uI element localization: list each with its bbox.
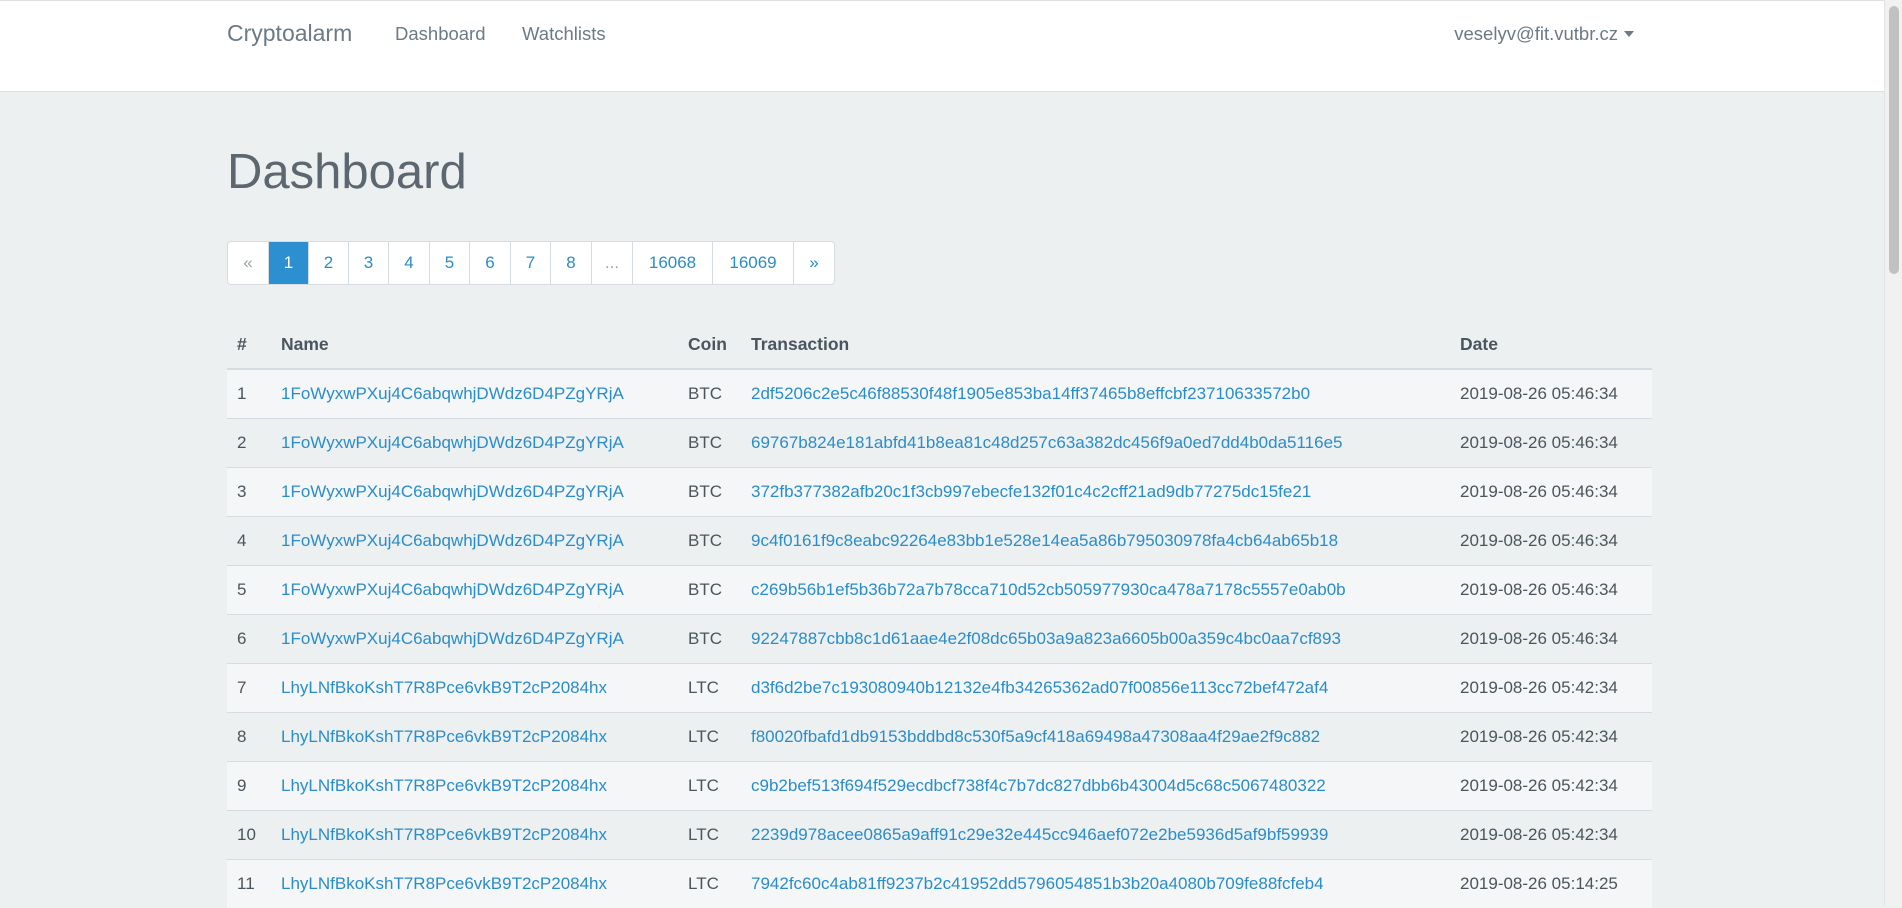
table-row: 3 1FoWyxwPXuj4C6abqwhjDWdz6D4PZgYRjA BTC…: [227, 468, 1652, 517]
transaction-link[interactable]: 2df5206c2e5c46f88530f48f1905e853ba14ff37…: [751, 384, 1310, 403]
transaction-link[interactable]: 7942fc60c4ab81ff9237b2c41952dd5796054851…: [751, 874, 1324, 893]
address-link[interactable]: 1FoWyxwPXuj4C6abqwhjDWdz6D4PZgYRjA: [281, 482, 624, 501]
row-number: 3: [227, 468, 271, 517]
coin-cell: BTC: [678, 468, 741, 517]
address-link[interactable]: 1FoWyxwPXuj4C6abqwhjDWdz6D4PZgYRjA: [281, 531, 624, 550]
page-next-link[interactable]: »: [794, 242, 834, 284]
page-link-2[interactable]: 2: [309, 242, 349, 284]
date-cell: 2019-08-26 05:46:34: [1450, 566, 1652, 615]
top-navbar: Cryptoalarm Dashboard Watchlists veselyv…: [0, 0, 1884, 92]
address-link[interactable]: LhyLNfBkoKshT7R8Pce6vkB9T2cP2084hx: [281, 678, 607, 697]
row-number: 10: [227, 811, 271, 860]
coin-cell: LTC: [678, 860, 741, 908]
brand-logo[interactable]: Cryptoalarm: [227, 20, 352, 47]
page-link-3[interactable]: 3: [349, 242, 389, 284]
col-header-coin: Coin: [678, 320, 741, 369]
page-link-4[interactable]: 4: [389, 242, 430, 284]
table-row: 11 LhyLNfBkoKshT7R8Pce6vkB9T2cP2084hx LT…: [227, 860, 1652, 908]
transaction-link[interactable]: c269b56b1ef5b36b72a7b78cca710d52cb505977…: [751, 580, 1346, 599]
table-row: 2 1FoWyxwPXuj4C6abqwhjDWdz6D4PZgYRjA BTC…: [227, 419, 1652, 468]
transaction-link[interactable]: c9b2bef513f694f529ecdbcf738f4c7b7dc827db…: [751, 776, 1326, 795]
coin-cell: BTC: [678, 517, 741, 566]
page-ellipsis: ...: [592, 242, 633, 284]
address-link[interactable]: LhyLNfBkoKshT7R8Pce6vkB9T2cP2084hx: [281, 825, 607, 844]
page-link-6[interactable]: 6: [470, 242, 511, 284]
coin-cell: LTC: [678, 811, 741, 860]
transaction-link[interactable]: f80020fbafd1db9153bddbd8c530f5a9cf418a69…: [751, 727, 1320, 746]
transaction-link[interactable]: 92247887cbb8c1d61aae4e2f08dc65b03a9a823a…: [751, 629, 1341, 648]
transaction-link[interactable]: 372fb377382afb20c1f3cb997ebecfe132f01c4c…: [751, 482, 1311, 501]
coin-cell: BTC: [678, 419, 741, 468]
row-number: 9: [227, 762, 271, 811]
caret-down-icon: [1624, 31, 1634, 37]
address-link[interactable]: 1FoWyxwPXuj4C6abqwhjDWdz6D4PZgYRjA: [281, 580, 624, 599]
date-cell: 2019-08-26 05:14:25: [1450, 860, 1652, 908]
coin-cell: LTC: [678, 664, 741, 713]
date-cell: 2019-08-26 05:46:34: [1450, 517, 1652, 566]
table-row: 4 1FoWyxwPXuj4C6abqwhjDWdz6D4PZgYRjA BTC…: [227, 517, 1652, 566]
page-title: Dashboard: [227, 144, 467, 200]
table-header-row: # Name Coin Transaction Date: [227, 320, 1652, 369]
table-row: 10 LhyLNfBkoKshT7R8Pce6vkB9T2cP2084hx LT…: [227, 811, 1652, 860]
date-cell: 2019-08-26 05:46:34: [1450, 369, 1652, 419]
page-link-1[interactable]: 1: [269, 242, 309, 284]
page-link-8[interactable]: 8: [551, 242, 592, 284]
table-row: 1 1FoWyxwPXuj4C6abqwhjDWdz6D4PZgYRjA BTC…: [227, 369, 1652, 419]
table-row: 9 LhyLNfBkoKshT7R8Pce6vkB9T2cP2084hx LTC…: [227, 762, 1652, 811]
col-header-transaction: Transaction: [741, 320, 1450, 369]
date-cell: 2019-08-26 05:42:34: [1450, 762, 1652, 811]
date-cell: 2019-08-26 05:46:34: [1450, 468, 1652, 517]
date-cell: 2019-08-26 05:46:34: [1450, 419, 1652, 468]
transaction-link[interactable]: 9c4f0161f9c8eabc92264e83bb1e528e14ea5a86…: [751, 531, 1338, 550]
col-header-number: #: [227, 320, 271, 369]
address-link[interactable]: 1FoWyxwPXuj4C6abqwhjDWdz6D4PZgYRjA: [281, 433, 624, 452]
date-cell: 2019-08-26 05:46:34: [1450, 615, 1652, 664]
address-link[interactable]: LhyLNfBkoKshT7R8Pce6vkB9T2cP2084hx: [281, 727, 607, 746]
transaction-link[interactable]: 69767b824e181abfd41b8ea81c48d257c63a382d…: [751, 433, 1343, 452]
col-header-name: Name: [271, 320, 678, 369]
user-email: veselyv@fit.vutbr.cz: [1454, 23, 1618, 44]
address-link[interactable]: LhyLNfBkoKshT7R8Pce6vkB9T2cP2084hx: [281, 776, 607, 795]
pagination: « 1 2 3 4 5 6 7 8 ... 16068 16069 »: [227, 241, 835, 285]
transaction-link[interactable]: d3f6d2be7c193080940b12132e4fb34265362ad0…: [751, 678, 1328, 697]
address-link[interactable]: 1FoWyxwPXuj4C6abqwhjDWdz6D4PZgYRjA: [281, 384, 624, 403]
coin-cell: BTC: [678, 566, 741, 615]
row-number: 6: [227, 615, 271, 664]
row-number: 8: [227, 713, 271, 762]
coin-cell: LTC: [678, 762, 741, 811]
row-number: 11: [227, 860, 271, 908]
row-number: 5: [227, 566, 271, 615]
scrollbar-thumb[interactable]: [1889, 6, 1899, 274]
table-row: 7 LhyLNfBkoKshT7R8Pce6vkB9T2cP2084hx LTC…: [227, 664, 1652, 713]
col-header-date: Date: [1450, 320, 1652, 369]
row-number: 4: [227, 517, 271, 566]
coin-cell: BTC: [678, 369, 741, 419]
address-link[interactable]: 1FoWyxwPXuj4C6abqwhjDWdz6D4PZgYRjA: [281, 629, 624, 648]
page-link-16069[interactable]: 16069: [713, 242, 794, 284]
user-menu-dropdown[interactable]: veselyv@fit.vutbr.cz: [1454, 23, 1634, 45]
date-cell: 2019-08-26 05:42:34: [1450, 713, 1652, 762]
transaction-link[interactable]: 2239d978acee0865a9aff91c29e32e445cc946ae…: [751, 825, 1328, 844]
page-link-5[interactable]: 5: [430, 242, 470, 284]
table-row: 5 1FoWyxwPXuj4C6abqwhjDWdz6D4PZgYRjA BTC…: [227, 566, 1652, 615]
address-link[interactable]: LhyLNfBkoKshT7R8Pce6vkB9T2cP2084hx: [281, 874, 607, 893]
page-prev-link[interactable]: «: [228, 242, 269, 284]
row-number: 2: [227, 419, 271, 468]
date-cell: 2019-08-26 05:42:34: [1450, 664, 1652, 713]
row-number: 1: [227, 369, 271, 419]
page-link-7[interactable]: 7: [511, 242, 551, 284]
nav-watchlists-link[interactable]: Watchlists: [522, 23, 606, 45]
nav-dashboard-link[interactable]: Dashboard: [395, 23, 486, 45]
table-row: 8 LhyLNfBkoKshT7R8Pce6vkB9T2cP2084hx LTC…: [227, 713, 1652, 762]
page-scrollbar[interactable]: [1884, 0, 1902, 906]
page-link-16068[interactable]: 16068: [633, 242, 713, 284]
row-number: 7: [227, 664, 271, 713]
transactions-table: # Name Coin Transaction Date 1 1FoWyxwPX…: [227, 320, 1652, 908]
date-cell: 2019-08-26 05:42:34: [1450, 811, 1652, 860]
table-row: 6 1FoWyxwPXuj4C6abqwhjDWdz6D4PZgYRjA BTC…: [227, 615, 1652, 664]
coin-cell: LTC: [678, 713, 741, 762]
coin-cell: BTC: [678, 615, 741, 664]
